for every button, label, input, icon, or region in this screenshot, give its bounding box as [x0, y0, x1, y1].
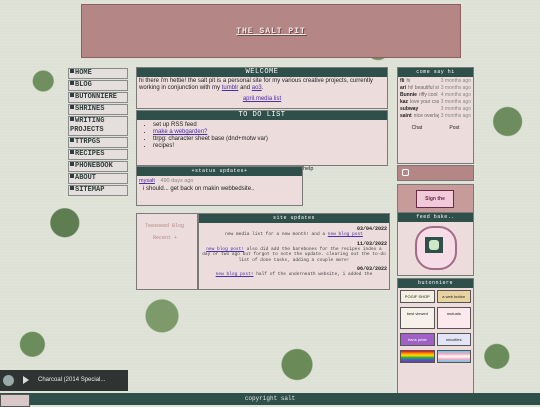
todo-panel: TO DO LIST set up RSS feed make a webgar…: [136, 110, 388, 166]
nav-bullet-icon: [70, 174, 74, 178]
chat-button[interactable]: Chat: [412, 125, 423, 131]
todo-list: set up RSS feed make a webgarden? ttrpg:…: [153, 122, 387, 150]
nav-bullet-icon: [70, 69, 74, 73]
chat-icon[interactable]: [402, 169, 409, 176]
nav-item-shrines[interactable]: SHRINES: [68, 104, 128, 115]
webgarden-link[interactable]: make a webgarden?: [153, 129, 207, 135]
updates-title: site updates: [199, 214, 389, 223]
ao3-link[interactable]: ao3: [252, 85, 262, 91]
site-badge[interactable]: neocities: [436, 333, 471, 346]
trans-badge-icon[interactable]: [436, 350, 471, 363]
chat-panel: come say hi fli hi 3 months ago ari hi! bea…: [397, 67, 474, 164]
nav-item-blog[interactable]: BLOG: [68, 80, 128, 91]
update-entry: 06/03/2022 new blog post! half of the un…: [199, 266, 389, 278]
nav-bullet-icon: [70, 93, 74, 97]
nav-bullet-icon: [70, 105, 74, 109]
status-user-link[interactable]: mysalt: [139, 178, 155, 184]
site-updates-panel: site updates 03/04/2022 new media list f…: [198, 213, 390, 290]
site-title[interactable]: THE SALT PIT: [236, 27, 306, 36]
nav-item-ttrpgs[interactable]: TTRPGS: [68, 137, 128, 148]
nav-item-sitemap[interactable]: SITEMAP: [68, 185, 128, 196]
site-header: THE SALT PIT: [81, 4, 461, 58]
chat-entry: fli hi 3 months ago: [400, 78, 471, 84]
site-badge[interactable]: mutuals: [436, 307, 471, 329]
chat-entry: subway 3 months ago: [400, 106, 471, 112]
update-link[interactable]: new blog post!: [216, 272, 254, 277]
chat-entry: kaz love your css! 3 months ago: [400, 99, 471, 105]
todo-item: make a webgarden?: [153, 129, 387, 136]
status-message: i should... get back on makin webbedsite…: [143, 186, 255, 192]
site-footer: copyright salt: [0, 393, 540, 405]
butonniere-panel: butonniere POGIF SHOP a web button best …: [397, 278, 474, 397]
feed-panel: feed bake..: [397, 212, 474, 276]
todo-item: set up RSS feed: [153, 122, 387, 129]
nav-bullet-icon: [70, 150, 74, 154]
blog-title[interactable]: Teesoeed Blog: [145, 223, 197, 229]
nav-item-home[interactable]: HOME: [68, 68, 128, 79]
pet-sprite-icon: [428, 240, 439, 250]
post-button[interactable]: Post: [449, 125, 459, 131]
update-link[interactable]: new blog post: [328, 232, 363, 237]
site-badge[interactable]: best viewed: [400, 307, 435, 329]
footer-text: copyright salt: [244, 395, 296, 402]
nav-bullet-icon: [70, 81, 74, 85]
feed-title: feed bake..: [398, 213, 473, 222]
pride-badge-icon[interactable]: [400, 350, 435, 363]
nav-item-writing-projects[interactable]: WRITING PROJECTS: [68, 116, 128, 136]
nav-item-phonebook[interactable]: PHONEBOOK: [68, 161, 128, 172]
guestbook-box: Sign the guestbook: [397, 184, 474, 218]
nav-bullet-icon: [70, 138, 74, 142]
site-badge[interactable]: POGIF SHOP: [400, 290, 435, 303]
blog-panel: Teesoeed Blog Recent +: [136, 213, 198, 290]
sidebar-nav: HOME BLOG BUTONNIERE SHRINES WRITING PRO…: [68, 68, 128, 197]
update-link[interactable]: new blog post!: [206, 247, 244, 252]
todo-title: TO DO LIST: [137, 111, 387, 120]
tumblr-link[interactable]: tumblr: [222, 85, 239, 91]
nav-item-butonniere[interactable]: BUTONNIERE: [68, 92, 128, 103]
blog-subtitle[interactable]: Recent +: [153, 235, 197, 241]
nav-bullet-icon: [70, 186, 74, 190]
welcome-text: hi there i'm hettie! the salt pit is a p…: [139, 78, 373, 91]
chat-entry: arihi! beautiful site3 months ago: [400, 85, 471, 91]
status-panel: +status updates+ mysalt 490 days ago i s…: [136, 166, 303, 206]
chat-title: come say hi: [398, 68, 473, 77]
help-link[interactable]: help: [303, 166, 313, 172]
chat-entry: saintnice overlay effect!3 months ago: [400, 113, 471, 119]
chat-toolbar: [397, 165, 474, 181]
update-entry: 11/03/2022 new blog post! also did add t…: [202, 240, 387, 263]
welcome-title: WELCOME: [137, 68, 387, 77]
track-title: Charcoal (2014 Special...: [38, 377, 106, 383]
todo-item: recipes!: [153, 143, 387, 150]
status-time: 490 days ago: [160, 178, 194, 184]
media-player: Charcoal (2014 Special...: [0, 370, 128, 391]
guestbook-button[interactable]: Sign the guestbook: [416, 190, 454, 218]
tamagotchi-widget[interactable]: [414, 226, 457, 270]
site-badge[interactable]: trans pride: [400, 333, 435, 346]
butonniere-title: butonniere: [398, 279, 473, 288]
site-badge[interactable]: a web button: [436, 290, 471, 303]
play-icon[interactable]: [23, 376, 29, 384]
album-art-icon: [3, 375, 14, 386]
status-title: +status updates+: [137, 167, 302, 176]
nav-bullet-icon: [70, 117, 74, 121]
welcome-panel: WELCOME hi there i'm hettie! the salt pi…: [136, 67, 388, 109]
todo-item: ttrpg: character sheet base (dnd+motw va…: [153, 136, 387, 143]
media-list-link[interactable]: april.media list: [243, 96, 281, 102]
chat-entry: Bunnieriffy cool site4 months ago: [400, 92, 471, 98]
nav-bullet-icon: [70, 162, 74, 166]
corner-widget[interactable]: [0, 394, 30, 407]
update-entry: 03/04/2022 new media list for a new mont…: [199, 226, 389, 238]
nav-item-about[interactable]: ABOUT: [68, 173, 128, 184]
nav-item-recipes[interactable]: RECIPES: [68, 149, 128, 160]
